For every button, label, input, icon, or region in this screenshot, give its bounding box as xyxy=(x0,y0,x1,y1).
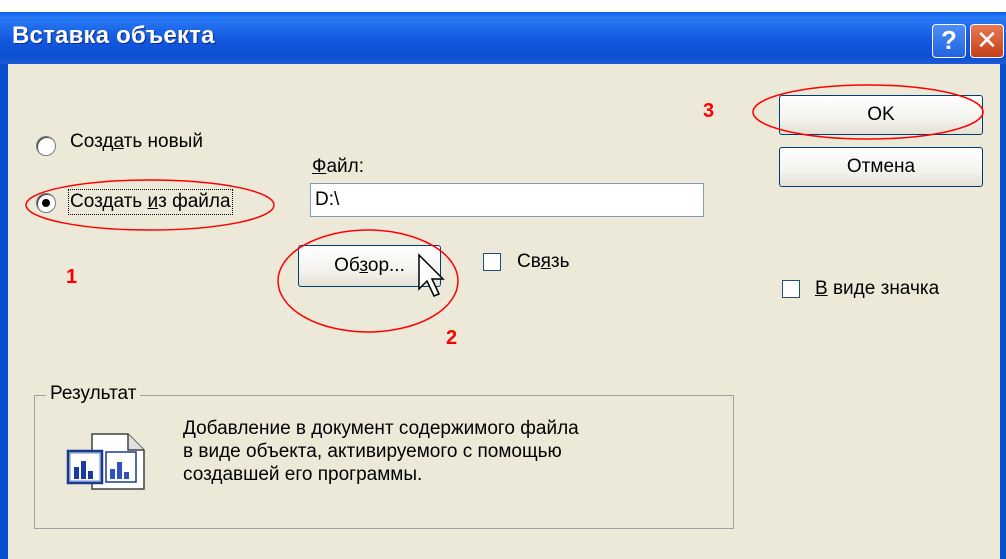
mouse-cursor-icon xyxy=(418,253,445,297)
insert-object-dialog: Вставка объекта ? ✕ Создать новый Создат… xyxy=(0,0,1006,559)
annotation-number-3: 3 xyxy=(703,100,715,122)
annotation-number-1: 1 xyxy=(66,266,78,288)
annotation-overlay xyxy=(25,84,984,333)
annotation-number-2: 2 xyxy=(446,327,458,349)
annotation-ellipse-1 xyxy=(25,179,275,231)
annotation-ellipse-3 xyxy=(752,84,984,140)
